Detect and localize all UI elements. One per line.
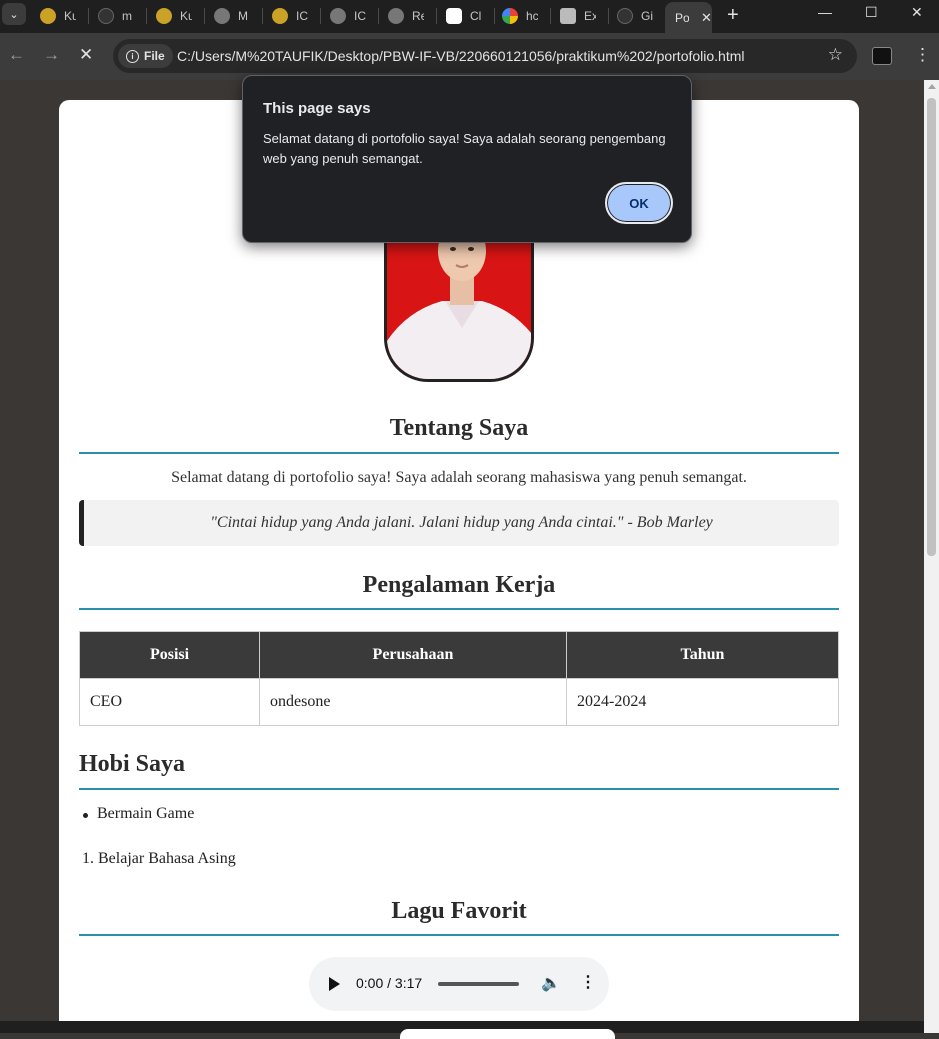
puzzle-icon	[560, 7, 576, 24]
tab-active[interactable]: Po ✕	[665, 2, 712, 33]
browser-menu-icon[interactable]: ⋮	[914, 45, 931, 65]
tab[interactable]: Re	[388, 2, 424, 29]
table-cell: ondesone	[259, 678, 567, 726]
list-item: Bermain Game	[82, 805, 195, 822]
table-header-cell: Perusahaan	[259, 631, 567, 679]
maximize-icon[interactable]: ☐	[865, 4, 878, 21]
play-icon[interactable]	[329, 977, 340, 991]
tab[interactable]: IC	[330, 2, 366, 29]
tab[interactable]: Ku	[40, 2, 76, 29]
music-heading: Lagu Favorit	[391, 898, 527, 924]
url-text[interactable]: C:/Users/M%20TAUFIK/Desktop/PBW-IF-VB/22…	[177, 48, 745, 64]
tab[interactable]: M	[214, 2, 250, 29]
github-icon	[98, 7, 114, 24]
ordered-list-item: 1. Belajar Bahasa Asing	[82, 850, 236, 867]
tab[interactable]: Cl	[446, 2, 482, 29]
forward-arrow-icon[interactable]: →	[43, 45, 60, 65]
back-arrow-icon[interactable]: ←	[8, 45, 25, 65]
audio-player[interactable]: 0:00 / 3:17 🔈 ⋮	[309, 957, 609, 1011]
about-intro: Selamat datang di portofolio saya! Saya …	[171, 469, 747, 486]
globe-icon	[388, 7, 404, 24]
close-tab-icon[interactable]: ✕	[701, 10, 712, 26]
table-header-row: Posisi Perusahaan Tahun	[79, 631, 839, 679]
bottom-bar	[0, 1021, 924, 1039]
ok-button[interactable]: OK	[605, 182, 673, 224]
site-info-chip[interactable]: i File	[118, 44, 173, 68]
experience-heading: Pengalaman Kerja	[362, 572, 556, 598]
more-options-icon[interactable]: ⋮	[580, 972, 596, 992]
tab[interactable]: Ku	[156, 2, 192, 29]
dialog-message: Selamat datang di portofolio saya! Saya …	[263, 131, 666, 166]
minimize-icon[interactable]: —	[818, 4, 832, 20]
experience-divider	[79, 608, 839, 610]
emblem-icon	[156, 7, 172, 24]
address-bar[interactable]: i File C:/Users/M%20TAUFIK/Desktop/PBW-I…	[113, 39, 857, 73]
blockquote: "Cintai hidup yang Anda jalani. Jalani h…	[79, 500, 839, 546]
google-icon	[502, 7, 518, 24]
browser-toolbar: ← → ✕ i File C:/Users/M%20TAUFIK/Desktop…	[0, 33, 939, 80]
music-divider	[79, 934, 839, 936]
table-cell: 2024-2024	[566, 678, 839, 726]
hobby-divider	[79, 788, 839, 790]
new-tab-button[interactable]: +	[727, 4, 739, 27]
bottom-pill	[400, 1029, 615, 1039]
tab[interactable]: hc	[502, 2, 538, 29]
tab[interactable]: Ex	[560, 2, 596, 29]
globe-icon	[330, 7, 346, 24]
table-header-cell: Tahun	[566, 631, 839, 679]
tab[interactable]: m	[98, 2, 134, 29]
audio-progress-slider[interactable]	[438, 982, 519, 986]
extension-icon[interactable]	[872, 47, 892, 65]
table-cell: CEO	[79, 678, 260, 726]
close-window-icon[interactable]: ✕	[911, 4, 923, 21]
github-icon	[617, 7, 633, 24]
about-divider	[79, 452, 839, 454]
tab-search-button[interactable]: ⌄	[2, 3, 26, 25]
stop-loading-icon[interactable]: ✕	[79, 45, 93, 65]
scroll-up-arrow-icon[interactable]	[928, 84, 936, 89]
openai-icon	[446, 7, 462, 24]
page-scrollbar[interactable]	[924, 80, 939, 1033]
alert-dialog: This page says Selamat datang di portofo…	[242, 75, 692, 243]
audio-time: 0:00 / 3:17	[356, 975, 423, 991]
info-icon: i	[126, 49, 139, 63]
hobby-heading: Hobi Saya	[79, 751, 186, 777]
chevron-down-icon: ⌄	[9, 8, 19, 21]
scrollbar-thumb[interactable]	[927, 98, 936, 556]
about-heading: Tentang Saya	[389, 415, 529, 441]
dialog-title: This page says	[263, 100, 371, 117]
tab[interactable]: Gi	[617, 2, 653, 29]
volume-icon[interactable]: 🔈	[541, 973, 561, 993]
table-row: CEO ondesone 2024-2024	[79, 678, 839, 726]
emblem-icon	[272, 7, 288, 24]
globe-icon	[214, 7, 230, 24]
tab-strip: ⌄ Ku m Ku M IC IC Re Cl hc	[0, 0, 939, 33]
experience-table: Posisi Perusahaan Tahun CEO ondesone 202…	[79, 631, 839, 726]
bookmark-star-icon[interactable]: ☆	[828, 45, 843, 65]
table-header-cell: Posisi	[79, 631, 260, 679]
emblem-icon	[40, 7, 56, 24]
tab[interactable]: IC	[272, 2, 308, 29]
